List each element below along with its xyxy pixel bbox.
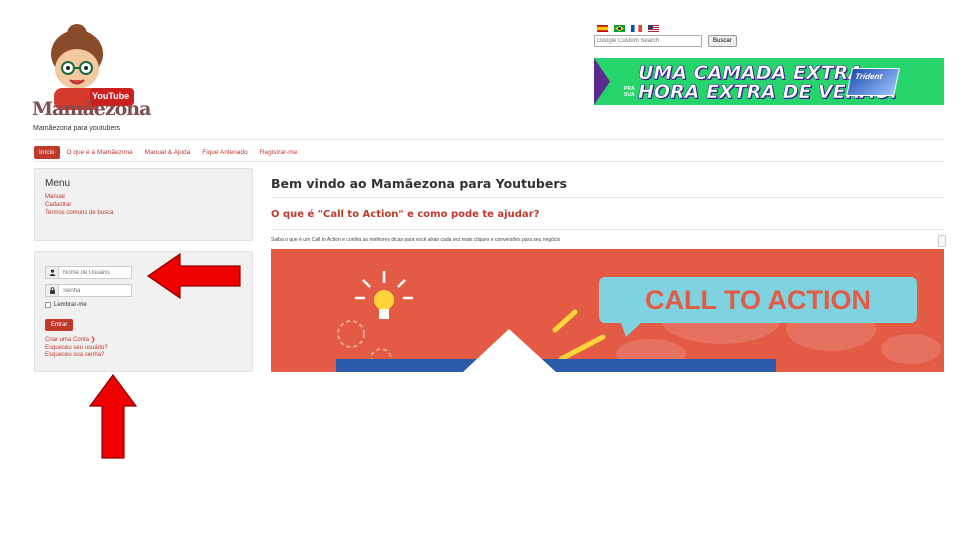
flag-fr-icon[interactable]: [631, 25, 642, 32]
hero-headline: CALL TO ACTION: [645, 285, 871, 315]
flag-br-icon[interactable]: [614, 25, 625, 32]
logo-wordmark: Mamãezona: [32, 98, 151, 120]
flag-us-icon[interactable]: [648, 25, 659, 32]
flag-es-icon[interactable]: [597, 25, 608, 32]
login-submit-button[interactable]: Entrar: [45, 319, 74, 331]
search-button[interactable]: Buscar: [708, 35, 737, 47]
menu-link-manual[interactable]: Manual: [45, 193, 242, 201]
article-divider: [271, 229, 944, 230]
ad-arrow-shape: [594, 58, 610, 105]
menu-module: Menu Manual Cadastrar Termos comuns de b…: [34, 168, 253, 241]
remember-checkbox[interactable]: [45, 302, 51, 308]
ad-banner[interactable]: UMA CAMADA EXTRA PRA SUA HORA EXTRA DE V…: [594, 58, 944, 105]
user-icon: [45, 266, 59, 279]
scroll-button[interactable]: [938, 235, 946, 247]
language-switcher: [597, 25, 659, 32]
forgot-password-link[interactable]: Esqueceu sua senha?: [45, 352, 242, 360]
logo-badge: YouTube: [92, 91, 130, 101]
site-tagline: Mamãezona para youtubers: [33, 125, 121, 132]
page-title: Bem vindo ao Mamãezona para Youtubers: [271, 176, 567, 191]
remember-label: Lembrar-me: [54, 302, 87, 308]
title-divider: [271, 197, 944, 198]
hero-image[interactable]: CALL TO ACTION: [271, 249, 944, 372]
remember-me: Lembrar-me: [45, 302, 242, 308]
nav-item-o-que-e[interactable]: O que é a Mamãezona: [62, 146, 138, 159]
lock-icon: [45, 284, 59, 297]
nav-divider: [34, 161, 944, 162]
main-nav: Início O que é a Mamãezona Manual & Ajud…: [34, 146, 304, 159]
nav-item-manual[interactable]: Manual & Ajuda: [140, 146, 196, 159]
menu-link-termos[interactable]: Termos comuns de busca: [45, 209, 242, 217]
search-input[interactable]: [594, 35, 702, 47]
arrow-left-icon: [147, 253, 241, 299]
ad-small-tag: PRA SUA: [624, 86, 635, 98]
create-account-link[interactable]: Criar uma Conta ❯: [45, 337, 242, 345]
article-intro: Saiba o que é um Call to Action e confir…: [271, 237, 561, 243]
username-input[interactable]: [59, 266, 132, 279]
nav-item-fique-antenado[interactable]: Fique Antenado: [197, 146, 253, 159]
nav-item-registrar[interactable]: Registrar-me: [255, 146, 303, 159]
password-input[interactable]: [59, 284, 132, 297]
arrow-up-icon: [89, 374, 137, 459]
menu-link-cadastrar[interactable]: Cadastrar: [45, 201, 242, 209]
nav-item-inicio[interactable]: Início: [34, 146, 60, 159]
header-divider: [34, 139, 944, 140]
ad-product-name: Trident: [854, 72, 884, 81]
article-title[interactable]: O que é "Call to Action" e como pode te …: [271, 209, 539, 220]
menu-title: Menu: [45, 178, 71, 189]
search-bar: Buscar: [594, 35, 737, 47]
ad-product-image: Trident: [846, 68, 900, 96]
forgot-username-link[interactable]: Esqueceu seu usuário?: [45, 345, 242, 353]
